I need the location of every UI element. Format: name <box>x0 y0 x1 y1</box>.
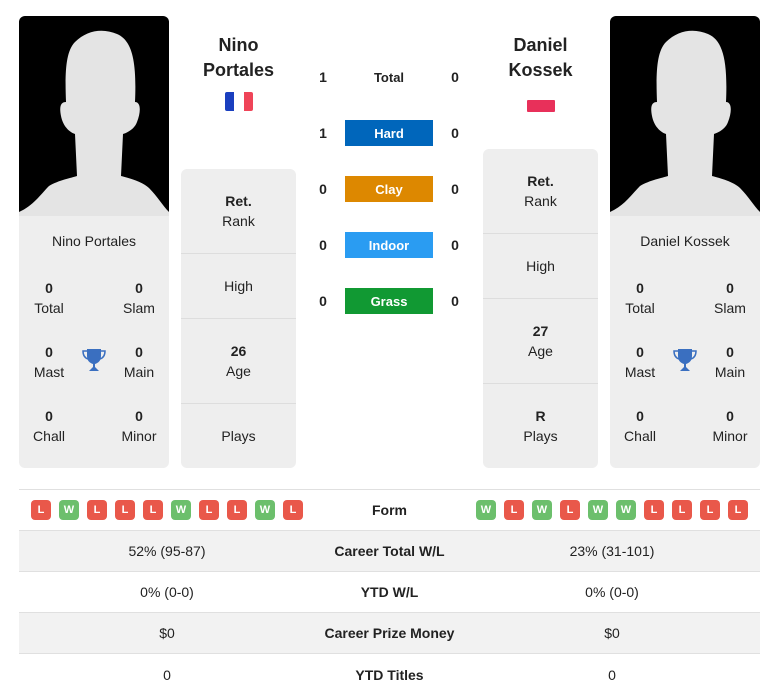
form-win-badge[interactable]: W <box>255 500 275 520</box>
form-row: LWLLLWLLWL Form WLWLWWLLLL <box>19 490 760 531</box>
form-loss-badge[interactable]: L <box>115 500 135 520</box>
france-flag-icon <box>225 92 253 111</box>
form-win-badge[interactable]: W <box>532 500 552 520</box>
h2h-row-indoor: 0 Indoor 0 <box>313 232 465 258</box>
right-form-badges: WLWLWWLLLL <box>464 500 760 520</box>
form-loss-badge[interactable]: L <box>227 500 247 520</box>
right-career-wl: 23% (31-101) <box>569 543 655 559</box>
left-main-stat: 0 Main <box>123 344 155 380</box>
h2h-left-count: 0 <box>319 293 327 309</box>
player-left-photo <box>19 16 169 216</box>
form-loss-badge[interactable]: L <box>283 500 303 520</box>
surface-grass-badge[interactable]: Grass <box>345 288 433 314</box>
right-chall-stat: 0 Chall <box>624 408 656 444</box>
form-win-badge[interactable]: W <box>59 500 79 520</box>
ytd-titles-row: 0 YTD Titles 0 <box>19 654 760 695</box>
h2h-right-count: 0 <box>451 293 459 309</box>
form-win-badge[interactable]: W <box>171 500 191 520</box>
h2h-surfaces: 1 Total 0 1 Hard 0 0 Clay 0 0 Indoor 0 0… <box>313 64 465 314</box>
player-right-info-panel: Ret. Rank High 27 Age R Plays <box>483 149 598 468</box>
ytd-titles-label: YTD Titles <box>355 666 424 683</box>
ytd-wl-row: 0% (0-0) YTD W/L 0% (0-0) <box>19 572 760 613</box>
left-slam-stat: 0 Slam <box>123 280 155 316</box>
left-mast-stat: 0 Mast <box>33 344 65 380</box>
form-win-badge[interactable]: W <box>616 500 636 520</box>
right-ytd-wl: 0% (0-0) <box>585 584 639 600</box>
surface-hard-badge[interactable]: Hard <box>345 120 433 146</box>
left-career-wl: 52% (95-87) <box>128 543 206 559</box>
form-win-badge[interactable]: W <box>476 500 496 520</box>
player-right-card: Daniel Kossek 0 Total 0 Slam 0 Mast 0 Main 0… <box>610 216 760 468</box>
player-left-name[interactable]: Nino Portales <box>181 33 296 83</box>
surface-indoor-badge[interactable]: Indoor <box>345 232 433 258</box>
left-total-stat: 0 Total <box>34 280 64 316</box>
form-loss-badge[interactable]: L <box>504 500 524 520</box>
h2h-left-count: 1 <box>319 69 327 85</box>
career-wl-row: 52% (95-87) Career Total W/L 23% (31-101… <box>19 531 760 572</box>
h2h-row-grass: 0 Grass 0 <box>313 288 465 314</box>
form-loss-badge[interactable]: L <box>644 500 664 520</box>
career-wl-label: Career Total W/L <box>334 543 445 559</box>
left-ytd-titles: 0 <box>163 666 171 683</box>
ytd-wl-label: YTD W/L <box>360 584 419 600</box>
right-rank-row: Ret. Rank <box>483 149 598 234</box>
player-right-photo <box>610 16 760 216</box>
form-loss-badge[interactable]: L <box>31 500 51 520</box>
silhouette-icon <box>610 30 760 216</box>
prize-row: $0 Career Prize Money $0 <box>19 613 760 654</box>
right-slam-stat: 0 Slam <box>714 280 746 316</box>
h2h-right-count: 0 <box>451 237 459 253</box>
right-plays-row: R Plays <box>523 408 558 444</box>
player-left-fullname: Nino Portales <box>51 233 137 249</box>
h2h-left-count: 0 <box>319 181 327 197</box>
h2h-row-clay: 0 Clay 0 <box>313 176 465 202</box>
right-age-row: 27 Age <box>483 299 598 384</box>
left-prize: $0 <box>159 625 175 641</box>
player-left-card: Nino Portales 0 Total 0 Slam 0 Mast 0 Main 0… <box>19 216 169 468</box>
trophy-icon <box>82 347 106 378</box>
h2h-right-count: 0 <box>451 181 459 197</box>
right-prize: $0 <box>604 625 620 641</box>
right-ytd-titles: 0 <box>608 666 616 683</box>
trophy-icon <box>673 347 697 378</box>
left-plays-row: Plays <box>221 428 256 444</box>
silhouette-icon <box>19 30 169 216</box>
left-high-row: High <box>181 254 296 319</box>
left-age-row: 26 Age <box>181 319 296 404</box>
h2h-row-total: 1 Total 0 <box>313 64 465 90</box>
right-mast-stat: 0 Mast <box>624 344 656 380</box>
right-total-stat: 0 Total <box>625 280 655 316</box>
surface-total-label: Total <box>373 69 405 85</box>
form-loss-badge[interactable]: L <box>87 500 107 520</box>
left-minor-stat: 0 Minor <box>121 408 157 444</box>
h2h-right-count: 0 <box>451 125 459 141</box>
form-loss-badge[interactable]: L <box>560 500 580 520</box>
comparison-table: LWLLLWLLWL Form WLWLWWLLLL 52% (95-87) C… <box>19 489 760 695</box>
left-rank-row: Ret. Rank <box>181 169 296 254</box>
form-loss-badge[interactable]: L <box>672 500 692 520</box>
prize-label: Career Prize Money <box>324 625 455 641</box>
player-right-fullname: Daniel Kossek <box>640 233 730 249</box>
h2h-left-count: 1 <box>319 125 327 141</box>
surface-clay-badge[interactable]: Clay <box>345 176 433 202</box>
form-label: Form <box>372 502 407 518</box>
right-high-row: High <box>483 234 598 299</box>
h2h-left-count: 0 <box>319 237 327 253</box>
left-form-badges: LWLLLWLLWL <box>19 500 315 520</box>
h2h-row-hard: 1 Hard 0 <box>313 120 465 146</box>
left-ytd-wl: 0% (0-0) <box>140 584 194 600</box>
left-chall-stat: 0 Chall <box>33 408 65 444</box>
right-main-stat: 0 Main <box>714 344 746 380</box>
player-left-info-panel: Ret. Rank High 26 Age Plays <box>181 169 296 468</box>
form-loss-badge[interactable]: L <box>143 500 163 520</box>
form-loss-badge[interactable]: L <box>199 500 219 520</box>
right-minor-stat: 0 Minor <box>712 408 748 444</box>
form-loss-badge[interactable]: L <box>728 500 748 520</box>
form-loss-badge[interactable]: L <box>700 500 720 520</box>
h2h-right-count: 0 <box>451 69 459 85</box>
poland-flag-icon <box>527 100 555 112</box>
player-right-name[interactable]: Daniel Kossek <box>483 33 598 83</box>
form-win-badge[interactable]: W <box>588 500 608 520</box>
